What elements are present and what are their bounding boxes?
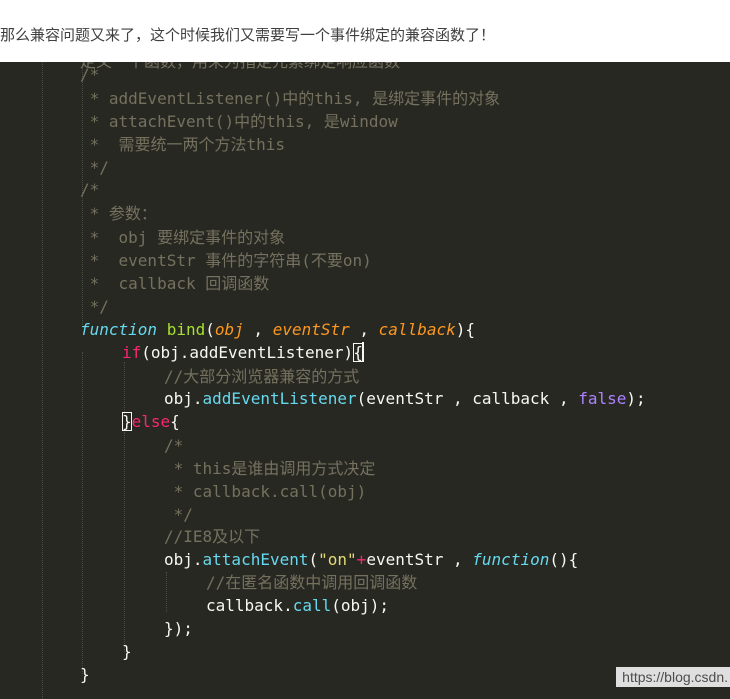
code-line-comment: /* [80,65,100,84]
operator-plus: + [356,550,367,569]
code-editor[interactable]: 定义一个函数，用来为指定元素绑定响应函数 /* * addEventListen… [0,62,730,699]
code-token: (obj); [331,596,390,615]
comment-cut-off: 定义一个函数，用来为指定元素绑定响应函数 [80,62,400,73]
indent-guide [124,362,125,416]
code-token: callback. [206,596,293,615]
method-attachevent: attachEvent [202,550,309,569]
code-line-comment: //在匿名函数中调用回调函数 [206,573,418,592]
indent-guide [166,572,167,612]
code-line-comment: */ [80,158,109,177]
code-line-comment: /* [164,436,184,455]
code-line-comment: */ [80,297,109,316]
code-line-attach-event: obj.attachEvent("on"+eventStr , function… [164,548,578,571]
punct: { [170,412,180,431]
indent-guide [42,62,43,699]
indent-guide [124,432,125,652]
code-line-callback-call: callback.call(obj); [206,594,389,617]
punct: ){ [455,320,475,339]
code-line-comment: * eventStr 事件的字符串(不要on) [80,251,372,270]
code-line-comment: /* [80,180,100,199]
keyword-function: function [80,320,158,339]
param-eventstr: eventStr [272,320,350,339]
keyword-else: else [131,412,171,431]
punct: ( [308,550,319,569]
code-line-close: }); [164,619,193,638]
code-line-comment: //IE8及以下 [164,527,261,546]
code-token: obj. [164,550,203,569]
param-callback: callback [378,320,456,339]
code-line-comment: * callback 回调函数 [80,274,270,293]
code-line-comment: * attachEvent()中的this, 是window [80,112,398,131]
code-line-comment: */ [164,505,193,524]
code-line-comment: * addEventListener()中的this, 是绑定事件的对象 [80,89,501,108]
code-line-close: } [80,665,90,684]
article-intro: 那么兼容问题又来了，这个时候我们又需要写一个事件绑定的兼容函数了！ [0,0,730,62]
string-on: "on" [318,550,357,569]
code-line-comment: * this是谁由调用方式决定 [164,459,376,478]
boolean-false: false [578,389,627,408]
code-line-comment: * callback.call(obj) [164,482,367,501]
punct: , [243,320,273,339]
code-line-close: } [122,642,132,661]
text-cursor [361,342,364,362]
watermark: https://blog.csdn. [616,667,730,687]
keyword-function: function [472,550,550,569]
code-token: eventStr , [366,550,473,569]
punct: ( [205,320,215,339]
param-obj: obj [214,320,244,339]
code-line-function-def: function bind(obj , eventStr , callback)… [80,318,475,341]
method-addeventlistener: addEventListener [202,389,357,408]
code-line-else: }else{ [122,410,180,433]
code-token: obj. [164,389,203,408]
code-line-if: if(obj.addEventListener){ [122,341,364,364]
punct: , [349,320,379,339]
matched-brace: } [122,412,132,431]
code-token: ); [626,389,646,408]
intro-text: 那么兼容问题又来了，这个时候我们又需要写一个事件绑定的兼容函数了！ [0,26,496,44]
code-line-comment: * obj 要绑定事件的对象 [80,228,286,247]
punct: (){ [549,550,579,569]
method-call: call [292,596,332,615]
code-token: (eventStr , callback , [356,389,579,408]
indent-guide [82,352,83,674]
code-line-comment: //大部分浏览器兼容的方式 [164,367,360,386]
if-condition: (obj.addEventListener) [141,343,354,362]
function-name: bind [166,320,206,339]
code-line-comment: * 参数： [80,204,157,223]
code-line-add-listener: obj.addEventListener(eventStr , callback… [164,387,646,410]
keyword-if: if [122,343,142,362]
code-line-comment: * 需要统一两个方法this [80,135,286,154]
